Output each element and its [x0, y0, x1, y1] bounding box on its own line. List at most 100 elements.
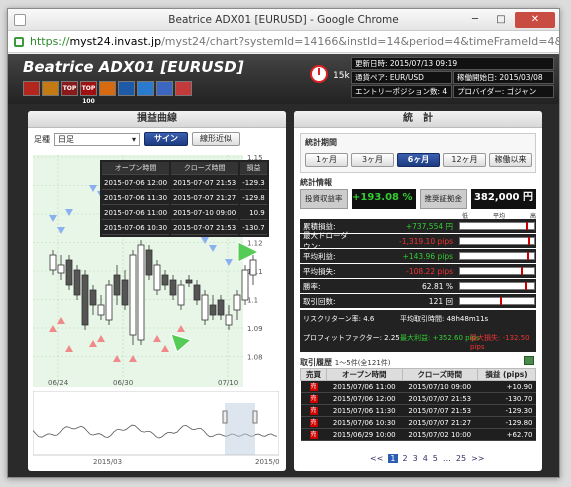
period-label: 統計期間	[305, 138, 337, 147]
page-link[interactable]: 4	[423, 454, 428, 463]
award-badge-icon	[118, 81, 135, 96]
candle	[161, 274, 169, 286]
page-link[interactable]: 2	[403, 454, 408, 463]
table-row: 2015-07-06 10:30 2015-07-07 21:53 -130.7	[102, 222, 267, 235]
cell: 2015-07-07 21:53	[171, 222, 239, 235]
cell: 売	[300, 416, 327, 429]
col-header: クローズ時間	[401, 368, 478, 381]
timeframe-select[interactable]: 日足 ▾	[54, 132, 140, 146]
timeframe-value: 日足	[58, 134, 74, 144]
url-path: /myst24/chart?systemId=14166&instId=14&p…	[161, 35, 559, 48]
export-icon[interactable]	[524, 356, 534, 365]
stat-value: +737,554 円	[405, 221, 453, 231]
table-row[interactable]: 売 2015/07/06 12:00 2015/07/07 21:53 -130.70	[300, 392, 536, 405]
x-tick-label: 06/24	[48, 379, 69, 387]
history-count: 1～5件(全121件)	[334, 359, 391, 367]
chevron-down-icon: ▾	[131, 134, 136, 144]
margin-label: 推奨証拠金	[419, 189, 467, 209]
table-row[interactable]: 売 2015/07/06 10:30 2015/07/07 21:27 -129.80	[300, 416, 536, 429]
tab-statistics[interactable]: 統 計	[294, 111, 542, 128]
stat-gauge	[459, 267, 535, 275]
trendline-button[interactable]: 線形近似	[192, 132, 240, 146]
col-header: オープン時間	[326, 368, 403, 381]
stat-gauge	[459, 282, 535, 290]
table-row[interactable]: 売 2015/07/06 11:00 2015/07/10 09:00 +10.90	[300, 380, 536, 393]
cell: 2015-07-06 11:00	[102, 207, 170, 220]
range-handle-right[interactable]	[252, 410, 258, 424]
sign-button[interactable]: サイン	[144, 132, 188, 146]
strategy-info: 更新日時: 2015/07/13 09:19 通貨ペア: EUR/USD 稼働開…	[351, 57, 554, 101]
close-button[interactable]: ✕	[515, 12, 555, 28]
col-header: 損益 (pips)	[477, 368, 536, 381]
table-row[interactable]: 売 2015/07/06 11:30 2015/07/07 21:53 -129.30	[300, 404, 536, 417]
stat-value: 121 回	[428, 296, 453, 306]
address-bar[interactable]: https://myst24.invast.jp/myst24/chart?sy…	[8, 31, 559, 53]
candle	[185, 279, 193, 284]
history-title: 取引履歴	[300, 358, 332, 367]
navigator-chart[interactable]: 2015/03 2015/07	[33, 391, 279, 467]
pnl-panel: 損益曲線 足種 日足▾ サイン 線形近似 1.151.141.131.121.1…	[28, 111, 286, 471]
table-row: 2015-07-06 11:30 2015-07-07 21:27 -129.8	[102, 192, 267, 205]
range-selector[interactable]	[225, 403, 255, 455]
profit-factor: プロフィットファクター: 2.25	[303, 334, 400, 342]
period-box: 統計期間 1ヶ月 3ヶ月 6ヶ月 12ヶ月 稼働以来	[300, 133, 536, 173]
minimize-button[interactable]: ─	[463, 12, 487, 28]
cell: +10.90	[477, 380, 536, 393]
strategy-title: Beatrice ADX01 [EURUSD]	[23, 58, 244, 76]
period-1m-button[interactable]: 1ヶ月	[305, 153, 348, 167]
stat-row: 平均損失: -108.22 pips	[300, 264, 536, 278]
tab-pnl-curve[interactable]: 損益曲線	[28, 111, 286, 128]
period-all-button[interactable]: 稼働以来	[489, 153, 532, 167]
roi-label: 投資収益率	[300, 189, 348, 209]
x-tick-label: 07/10	[218, 379, 238, 387]
page-link[interactable]: >>	[471, 454, 484, 463]
maximize-button[interactable]: □	[489, 12, 513, 28]
candle	[73, 269, 81, 296]
page-link[interactable]: 1	[388, 454, 398, 463]
stat-gauge	[459, 222, 535, 230]
period-3m-button[interactable]: 3ヶ月	[351, 153, 394, 167]
candle	[97, 304, 105, 316]
cell: 売	[300, 392, 327, 405]
cell: 2015/07/07 21:27	[402, 416, 478, 429]
stat-gauge	[459, 237, 535, 245]
stat-row: 取引回数: 121 回	[300, 294, 536, 308]
y-tick-label: 1.08	[247, 354, 263, 362]
cell: +62.70	[477, 428, 536, 441]
stat-gauge-marker	[526, 222, 529, 230]
follow-power-icon[interactable]	[310, 65, 328, 83]
award-badge-icon	[42, 81, 59, 96]
page-link[interactable]: <<	[370, 454, 383, 463]
col-header: 損益	[240, 162, 267, 175]
follower-count: 15k	[333, 71, 350, 81]
start-date: 稼働開始日: 2015/03/08	[453, 71, 554, 84]
period-12m-button[interactable]: 12ヶ月	[443, 153, 486, 167]
cell: -130.7	[240, 222, 267, 235]
cell: 2015/07/07 21:53	[402, 404, 478, 417]
candle	[201, 294, 209, 321]
candle	[209, 304, 217, 316]
timeframe-label: 足種	[34, 134, 50, 144]
page-link[interactable]: 25	[456, 454, 466, 463]
stat-row: 最大ドローダウン: -1,319.10 pips	[300, 231, 536, 251]
stat-value: -1,319.10 pips	[398, 236, 453, 246]
y-tick-label: 1.09	[247, 325, 263, 333]
cell: 売	[300, 404, 327, 417]
stats-panel: 統 計 統計期間 1ヶ月 3ヶ月 6ヶ月 12ヶ月 稼働以来 統計情報 投資収益…	[294, 111, 542, 471]
lock-icon	[14, 37, 24, 47]
candle	[89, 289, 97, 306]
page-link[interactable]: 5	[433, 454, 438, 463]
candle	[121, 279, 129, 306]
strategy-header: Beatrice ADX01 [EURUSD] TOP TOP 100 15k …	[8, 54, 559, 105]
page-link[interactable]: 3	[413, 454, 418, 463]
range-handle-left[interactable]	[222, 410, 228, 424]
award-badge-icon	[156, 81, 173, 96]
period-6m-button[interactable]: 6ヶ月	[397, 153, 440, 167]
table-row[interactable]: 売 2015/06/29 10:00 2015/07/02 10:00 +62.70	[300, 428, 536, 441]
cell: 2015/07/07 21:53	[402, 392, 478, 405]
award-badge-icon	[99, 81, 116, 96]
max-loss: 最大損失: -132.50 pips	[470, 334, 530, 351]
y-tick-label: 1.1	[247, 297, 258, 305]
candle	[225, 314, 233, 326]
cell: 2015/07/06 10:30	[326, 416, 402, 429]
